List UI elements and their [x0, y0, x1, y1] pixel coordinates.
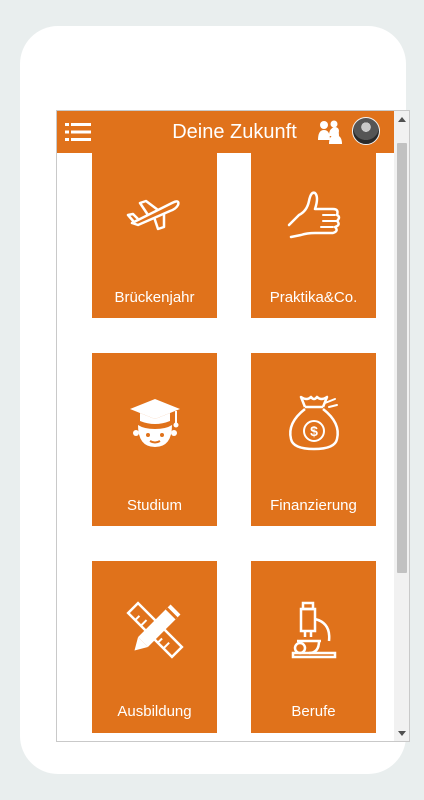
tile-brueckenjahr[interactable]: Brückenjahr — [92, 153, 217, 318]
phone-frame: Deine Zukunft Brückenjahr Praktika&Co. S… — [20, 26, 410, 774]
tile-berufe[interactable]: Berufe — [251, 561, 376, 733]
scroll-up-arrow-icon[interactable] — [398, 117, 406, 122]
scroll-down-arrow-icon[interactable] — [398, 731, 406, 736]
user-avatar[interactable] — [352, 117, 380, 145]
microscope-icon — [291, 601, 337, 659]
tile-label: Berufe — [291, 703, 336, 720]
pencil-ruler-icon — [126, 601, 184, 659]
airplane-icon — [126, 199, 180, 231]
tile-label: Ausbildung — [117, 703, 192, 720]
app-header: Deine Zukunft — [57, 111, 394, 153]
tile-label: Brückenjahr — [114, 289, 195, 306]
tile-praktika[interactable]: Praktika&Co. — [251, 153, 376, 318]
thumbs-up-icon — [287, 191, 341, 239]
scrollbar-thumb[interactable] — [397, 143, 407, 573]
tile-label: Finanzierung — [270, 497, 357, 514]
app-screen: Deine Zukunft Brückenjahr Praktika&Co. S… — [56, 110, 410, 742]
svg-text:$: $ — [310, 423, 318, 439]
money-bag-icon: $ — [289, 395, 339, 451]
tile-ausbildung[interactable]: Ausbildung — [92, 561, 217, 733]
graduate-icon — [130, 399, 180, 447]
tile-label: Studium — [126, 497, 183, 514]
scrollbar[interactable] — [394, 111, 409, 741]
tile-finanzierung[interactable]: $ Finanzierung — [251, 353, 376, 526]
people-icon[interactable] — [317, 120, 343, 144]
tile-studium[interactable]: Studium — [92, 353, 217, 526]
tile-label: Praktika&Co. — [269, 289, 358, 306]
page-title: Deine Zukunft — [172, 121, 297, 143]
